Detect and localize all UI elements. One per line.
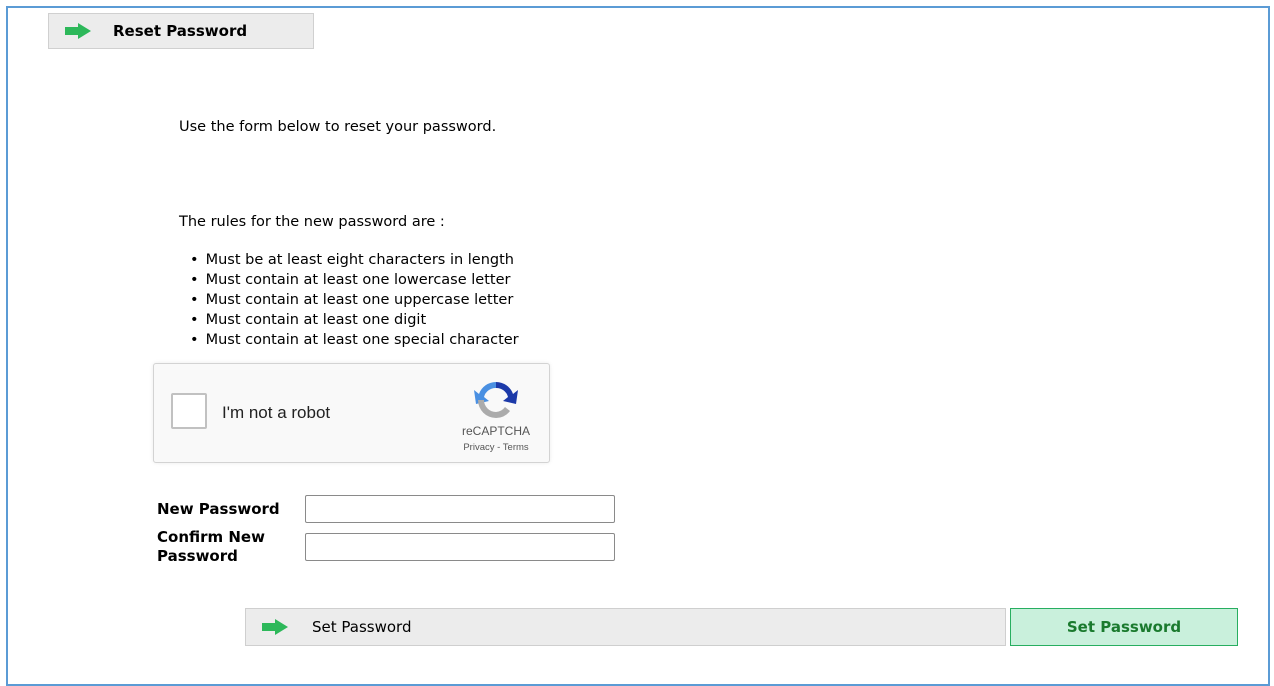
rule-item: Must contain at least one special charac… (190, 330, 519, 350)
recaptcha-brand: reCAPTCHA (461, 424, 530, 438)
new-password-label: New Password (157, 500, 280, 518)
rule-item: Must contain at least one digit (190, 310, 519, 330)
recaptcha-widget: I'm not a robot reCAPTCHA Privacy - Term… (153, 363, 550, 463)
new-password-field[interactable] (305, 495, 615, 523)
intro-text: Use the form below to reset your passwor… (179, 119, 497, 135)
rules-title: The rules for the new password are : (179, 214, 445, 230)
rules-list: Must be at least eight characters in len… (190, 250, 519, 350)
page-title: Reset Password (113, 22, 248, 40)
confirm-password-label: Confirm New Password (157, 528, 265, 565)
recaptcha-checkbox[interactable] (171, 393, 207, 429)
privacy-link[interactable]: Privacy (463, 442, 494, 453)
arrow-right-icon (65, 23, 91, 39)
set-password-bar: Set Password (245, 608, 1006, 646)
terms-link[interactable]: Terms (503, 442, 529, 453)
rule-item: Must be at least eight characters in len… (190, 250, 519, 270)
recaptcha-label: I'm not a robot (222, 403, 331, 422)
set-password-bar-label: Set Password (312, 618, 412, 636)
rule-item: Must contain at least one lowercase lett… (190, 270, 519, 290)
confirm-password-field[interactable] (305, 533, 615, 561)
rule-item: Must contain at least one uppercase lett… (190, 290, 519, 310)
link-separator: - (494, 442, 503, 453)
arrow-right-icon (262, 619, 288, 635)
header-tab: Reset Password (48, 13, 314, 49)
recaptcha-logo-icon (474, 381, 518, 418)
set-password-button[interactable]: Set Password (1010, 608, 1238, 646)
recaptcha-links: Privacy - Terms (450, 442, 542, 453)
